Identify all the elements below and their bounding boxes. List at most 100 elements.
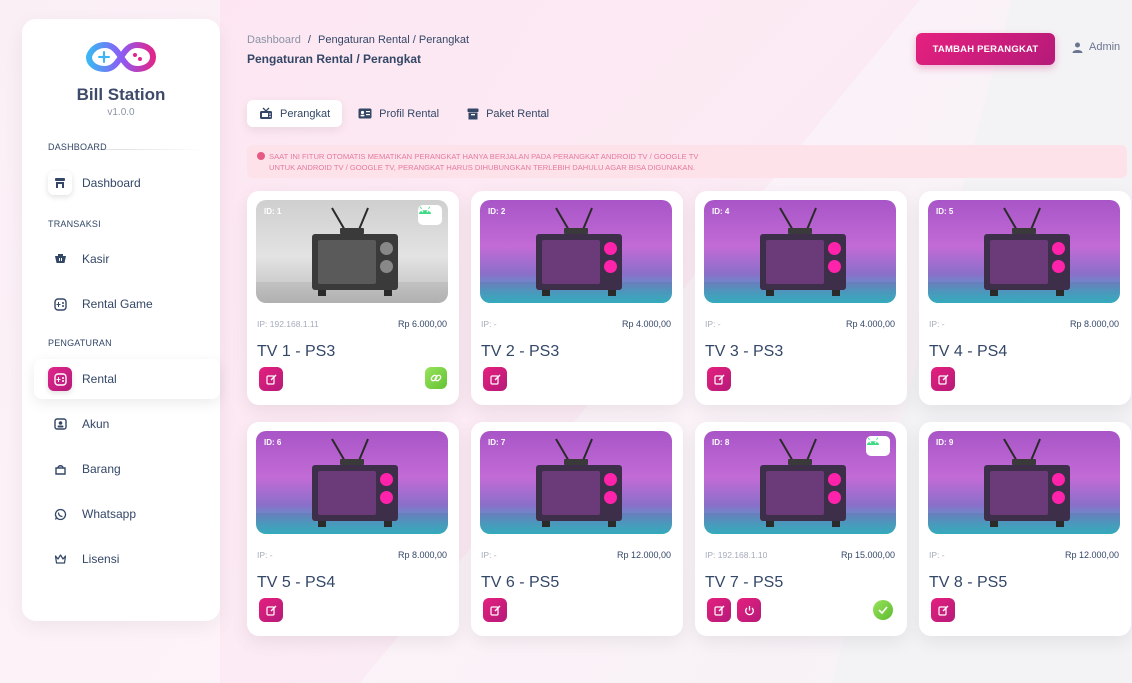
android-icon — [418, 205, 442, 225]
user-icon — [1072, 42, 1083, 53]
edit-device-button[interactable] — [707, 598, 731, 622]
tv-illustration-icon — [480, 207, 672, 303]
edit-icon — [265, 374, 276, 385]
alert-line-1: SAAT INI FITUR OTOMATIS MEMATIKAN PERANG… — [257, 151, 1117, 162]
edit-device-button[interactable] — [259, 598, 283, 622]
device-card[interactable]: ID: 6 IP: - Rp 8.000,00 TV 5 - PS4 — [247, 422, 459, 636]
section-label-transaksi: TRANSAKSI — [48, 219, 101, 229]
power-icon — [744, 605, 754, 615]
edit-icon — [937, 605, 948, 616]
tab-label: Profil Rental — [379, 107, 440, 120]
device-card[interactable]: ID: 8 IP: 192.168.1.10 Rp 15.000,00 TV 7 - … — [695, 422, 907, 636]
device-id: ID: 6 — [264, 438, 282, 447]
device-id: ID: 4 — [712, 207, 730, 216]
device-name: TV 2 - PS3 — [481, 343, 560, 360]
connect-device-button[interactable] — [425, 367, 447, 389]
device-card[interactable]: ID: 7 IP: - Rp 12.000,00 TV 6 - PS5 — [471, 422, 683, 636]
device-card[interactable]: ID: 9 IP: - Rp 12.000,00 TV 8 - PS5 — [919, 422, 1131, 636]
shop-icon — [48, 171, 72, 195]
sidebar-item-whatsapp[interactable]: Whatsapp — [34, 494, 220, 534]
brand-name: Bill Station — [76, 85, 166, 104]
user-menu[interactable]: Admin — [1072, 41, 1120, 53]
device-thumbnail: ID: 9 — [928, 431, 1120, 534]
info-alert: SAAT INI FITUR OTOMATIS MEMATIKAN PERANG… — [247, 145, 1127, 178]
device-thumbnail: ID: 6 — [256, 431, 448, 534]
app-version: v1.0.0 — [107, 107, 135, 118]
sidebar-item-rental[interactable]: Rental — [34, 359, 220, 399]
gamepad-icon — [48, 292, 72, 316]
sidebar-item-label: Kasir — [82, 252, 110, 266]
tab-label: Paket Rental — [486, 107, 550, 120]
device-ip: IP: 192.168.1.10 — [705, 550, 768, 560]
breadcrumb-root[interactable]: Dashboard — [247, 34, 301, 46]
device-card[interactable]: ID: 1 IP: 192.168.1.11 Rp 6.000,00 TV 1 - P… — [247, 191, 459, 405]
info-icon — [257, 152, 265, 160]
edit-device-button[interactable] — [483, 598, 507, 622]
edit-device-button[interactable] — [707, 367, 731, 391]
device-name: TV 6 - PS5 — [481, 574, 560, 591]
app-logo[interactable]: Bill Station v1.0.0 — [22, 37, 220, 118]
device-name: TV 8 - PS5 — [929, 574, 1008, 591]
sidebar-item-akun[interactable]: Akun — [34, 404, 220, 444]
tab-paket-rental[interactable]: Paket Rental — [455, 100, 561, 127]
page-title: Pengaturan Rental / Perangkat — [247, 52, 422, 66]
sidebar-item-label: Whatsapp — [82, 507, 137, 521]
device-card[interactable]: ID: 4 IP: - Rp 4.000,00 TV 3 - PS3 — [695, 191, 907, 405]
tv-illustration-icon — [480, 438, 672, 534]
device-price: Rp 12.000,00 — [616, 550, 671, 560]
device-price: Rp 4.000,00 — [621, 319, 671, 329]
device-thumbnail: ID: 1 — [256, 200, 448, 303]
link-icon — [430, 374, 442, 382]
sidebar-item-label: Lisensi — [82, 552, 120, 566]
edit-device-button[interactable] — [931, 598, 955, 622]
connected-check-icon — [873, 600, 893, 620]
user-name: Admin — [1089, 41, 1121, 53]
tab-profil-rental[interactable]: Profil Rental — [346, 100, 451, 127]
device-price: Rp 6.000,00 — [397, 319, 447, 329]
sidebar-item-rental-game[interactable]: Rental Game — [34, 284, 220, 324]
box-icon — [48, 457, 72, 481]
edit-device-button[interactable] — [483, 367, 507, 391]
sidebar-item-label: Barang — [82, 462, 121, 476]
add-device-button[interactable]: TAMBAH PERANGKAT — [916, 33, 1055, 65]
device-id: ID: 5 — [936, 207, 954, 216]
basket-icon — [48, 247, 72, 271]
device-price: Rp 8.000,00 — [397, 550, 447, 560]
device-id: ID: 8 — [712, 438, 730, 447]
device-price: Rp 15.000,00 — [840, 550, 895, 560]
tab-perangkat[interactable]: Perangkat — [247, 100, 343, 127]
power-off-button[interactable] — [737, 598, 761, 622]
tab-bar: Perangkat Profil Rental Paket Rental — [247, 100, 561, 127]
sidebar: Bill Station v1.0.0 DASHBOARD Dashboard … — [22, 19, 220, 621]
device-price: Rp 12.000,00 — [1064, 550, 1119, 560]
breadcrumb-separator: / — [307, 34, 311, 46]
device-thumbnail: ID: 7 — [480, 431, 672, 534]
edit-device-button[interactable] — [259, 367, 283, 391]
device-price: Rp 8.000,00 — [1069, 319, 1119, 329]
device-id: ID: 7 — [488, 438, 506, 447]
alert-line-2: UNTUK ANDROID TV / GOOGLE TV, PERANGKAT … — [269, 163, 696, 172]
device-name: TV 7 - PS5 — [705, 574, 784, 591]
tv-illustration-icon — [256, 438, 448, 534]
device-card[interactable]: ID: 2 IP: - Rp 4.000,00 TV 2 - PS3 — [471, 191, 683, 405]
edit-icon — [265, 605, 276, 616]
whatsapp-icon — [48, 502, 72, 526]
sidebar-item-lisensi[interactable]: Lisensi — [34, 539, 220, 579]
sidebar-item-kasir[interactable]: Kasir — [34, 239, 220, 279]
tab-label: Perangkat — [280, 107, 331, 120]
device-name: TV 1 - PS3 — [257, 343, 336, 360]
sidebar-item-barang[interactable]: Barang — [34, 449, 220, 489]
device-ip: IP: - — [481, 319, 497, 329]
sidebar-item-label: Dashboard — [82, 176, 141, 190]
device-thumbnail: ID: 5 — [928, 200, 1120, 303]
device-name: TV 3 - PS3 — [705, 343, 784, 360]
device-card[interactable]: ID: 5 IP: - Rp 8.000,00 TV 4 - PS4 — [919, 191, 1131, 405]
device-ip: IP: - — [705, 319, 721, 329]
breadcrumb-current: Pengaturan Rental / Perangkat — [318, 34, 470, 46]
sidebar-item-dashboard[interactable]: Dashboard — [34, 163, 220, 203]
edit-icon — [489, 374, 500, 385]
breadcrumb: Dashboard / Pengaturan Rental / Perangka… — [247, 34, 469, 46]
package-icon — [467, 108, 479, 119]
edit-device-button[interactable] — [931, 367, 955, 391]
sidebar-item-label: Rental Game — [82, 297, 153, 311]
